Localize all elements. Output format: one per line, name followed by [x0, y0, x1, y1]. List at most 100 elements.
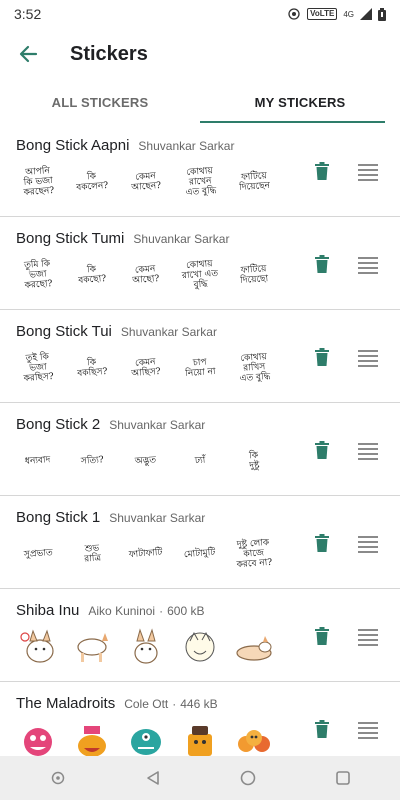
nav-recents-button[interactable]: [323, 758, 363, 798]
pack-name: Bong Stick Tui: [16, 323, 112, 340]
teal-monster-sticker-icon: [124, 718, 168, 756]
trash-icon: [315, 441, 329, 459]
sticker-text: দুষ্টু লোক কাজে করবে না?: [236, 537, 273, 571]
tab-my-stickers[interactable]: MY STICKERS: [200, 80, 400, 124]
drag-handle-icon[interactable]: [358, 350, 378, 367]
sticker-preview: আপনি কি ভজা করছেন?: [16, 160, 60, 204]
sticker-text: সুপ্রভাত: [23, 548, 53, 560]
sticker-preview: ধন্যবাদ: [16, 439, 60, 483]
volte-badge: VoLTE: [307, 8, 338, 20]
pack-name: Bong Stick Tumi: [16, 230, 125, 247]
trash-icon: [315, 348, 329, 366]
crowd-monster-sticker-icon: [232, 718, 276, 756]
sticker-pack-row[interactable]: Bong Stick Tui Shuvankar Sarkar তুই কি ভজা…: [0, 310, 400, 403]
sticker-text: সত্যি?: [80, 455, 104, 467]
trash-icon: [315, 255, 329, 273]
drag-handle-icon[interactable]: [358, 257, 378, 274]
sticker-preview: কেমন আছেন?: [124, 160, 168, 204]
app-bar: Stickers: [0, 28, 400, 80]
sticker-text: ফাটিয়ে দিয়েছেন: [238, 171, 270, 194]
drag-handle-icon[interactable]: [358, 443, 378, 460]
tab-bar: ALL STICKERS MY STICKERS: [0, 80, 400, 124]
drag-handle-icon[interactable]: [358, 164, 378, 181]
sticker-text: কেমন আছেন?: [131, 171, 162, 194]
delete-pack-button[interactable]: [311, 253, 333, 275]
delete-pack-button[interactable]: [311, 160, 333, 182]
sticker-pack-row[interactable]: Bong Stick Tumi Shuvankar Sarkar তুমি কি ভ…: [0, 217, 400, 310]
drag-handle-icon[interactable]: [358, 536, 378, 553]
square-recents-icon: [335, 771, 350, 785]
sticker-text: কি বকলেন?: [76, 171, 109, 194]
delete-pack-button[interactable]: [311, 718, 333, 740]
sticker-preview-strip: [16, 718, 276, 756]
signal-icon: [360, 8, 372, 20]
back-button[interactable]: [6, 32, 50, 76]
sticker-text: ফাটাফাটি: [129, 547, 163, 561]
sticker-preview: অদ্ভুত: [124, 439, 168, 483]
nav-home-button[interactable]: [228, 758, 268, 798]
trash-icon: [315, 627, 329, 645]
pack-name: Shiba Inu: [16, 602, 80, 619]
sticker-text: কি বকছিস?: [76, 357, 108, 380]
sticker-preview-strip: তুমি কি ভজা করছো? কি বকছো? কেমন আছো? কোথায়…: [16, 253, 276, 297]
delete-pack-button[interactable]: [311, 532, 333, 554]
battery-icon: [378, 7, 386, 21]
sticker-text: শুভ রাত্রি: [83, 543, 102, 565]
pack-name: The Maladroits: [16, 695, 116, 712]
sticker-text: কোথায় রাখেন এত বুদ্ধি: [185, 166, 217, 199]
pack-author: Shuvankar Sarkar: [138, 139, 235, 153]
sticker-preview: সুপ্রভাত: [16, 532, 60, 576]
sticker-pack-list[interactable]: Bong Stick Aapni Shuvankar Sarkar আপনি কি …: [0, 124, 400, 756]
trash-icon: [315, 162, 329, 180]
page-title: Stickers: [70, 42, 148, 65]
nav-back-button[interactable]: [133, 758, 173, 798]
separator-dot: ·: [159, 604, 164, 618]
pack-author: Cole Ott: [124, 697, 169, 711]
sticker-preview: তুমি কি ভজা করছো?: [16, 253, 60, 297]
sticker-preview: কোথায় রাখিস এত বুদ্ধি: [232, 346, 276, 390]
pack-author: Aiko Kuninoi: [88, 604, 156, 618]
circle-home-icon: [240, 770, 255, 786]
delete-pack-button[interactable]: [311, 625, 333, 647]
nav-menu-button[interactable]: [38, 758, 78, 798]
sticker-preview: কোথায় রাখেন এত বুদ্ধি: [178, 160, 222, 204]
sticker-preview: তুই কি ভজা করছিস?: [16, 346, 60, 390]
status-icons: VoLTE 4G: [287, 7, 386, 21]
sticker-preview-strip: ধন্যবাদ সত্যি? অদ্ভুত ঢ্যাঁ কি দুষ্টু: [16, 439, 276, 483]
sticker-preview: শুভ রাত্রি: [70, 532, 114, 576]
circle-dot-icon: [51, 771, 64, 785]
sticker-preview: চাপ নিয়ো না: [178, 346, 222, 390]
sticker-text: কোথায় রাখিস এত বুদ্ধি: [239, 352, 271, 385]
pink-monster-sticker-icon: [16, 718, 60, 756]
sticker-pack-row[interactable]: Bong Stick 2 Shuvankar Sarkar ধন্যবাদ সত্যি…: [0, 403, 400, 496]
sticker-preview: কি বকছিস?: [70, 346, 114, 390]
tab-all-stickers[interactable]: ALL STICKERS: [0, 80, 200, 124]
sticker-preview: কি দুষ্টু: [232, 439, 276, 483]
status-time: 3:52: [14, 6, 42, 22]
dog-standing-sticker-icon: [70, 625, 114, 669]
sticker-preview: দুষ্টু লোক কাজে করবে না?: [232, 532, 276, 576]
sticker-text: চাপ নিয়ো না: [184, 357, 216, 380]
pack-name: Bong Stick 1: [16, 509, 101, 526]
dog-surprised-sticker-icon: [16, 625, 60, 669]
delete-pack-button[interactable]: [311, 439, 333, 461]
sticker-text: আপনি কি ভজা করছেন?: [23, 166, 55, 199]
sticker-pack-row[interactable]: Bong Stick 1 Shuvankar Sarkar সুপ্রভাত শুভ …: [0, 496, 400, 589]
sticker-preview: কি বকলেন?: [70, 160, 114, 204]
drag-handle-icon[interactable]: [358, 722, 378, 739]
sticker-pack-row[interactable]: Bong Stick Aapni Shuvankar Sarkar আপনি কি …: [0, 124, 400, 217]
sticker-preview: কি বকছো?: [70, 253, 114, 297]
sticker-preview: কোথায় রাখো এত বুদ্ধি: [178, 253, 222, 297]
sticker-text: তুই কি ভজা করছিস?: [23, 352, 55, 385]
sticker-pack-row[interactable]: The Maladroits Cole Ott · 446 kB: [0, 682, 400, 756]
drag-handle-icon[interactable]: [358, 629, 378, 646]
network-type: 4G: [343, 9, 354, 19]
pack-header: Bong Stick Aapni Shuvankar Sarkar: [16, 137, 234, 154]
sticker-text: মোটামুটি: [184, 547, 216, 561]
sticker-text: অদ্ভুত: [135, 455, 157, 467]
delete-pack-button[interactable]: [311, 346, 333, 368]
trash-icon: [315, 534, 329, 552]
sticker-pack-row[interactable]: Shiba Inu Aiko Kuninoi · 600 kB: [0, 589, 400, 682]
arrow-back-icon: [19, 45, 38, 63]
sticker-preview-strip: [16, 625, 276, 669]
